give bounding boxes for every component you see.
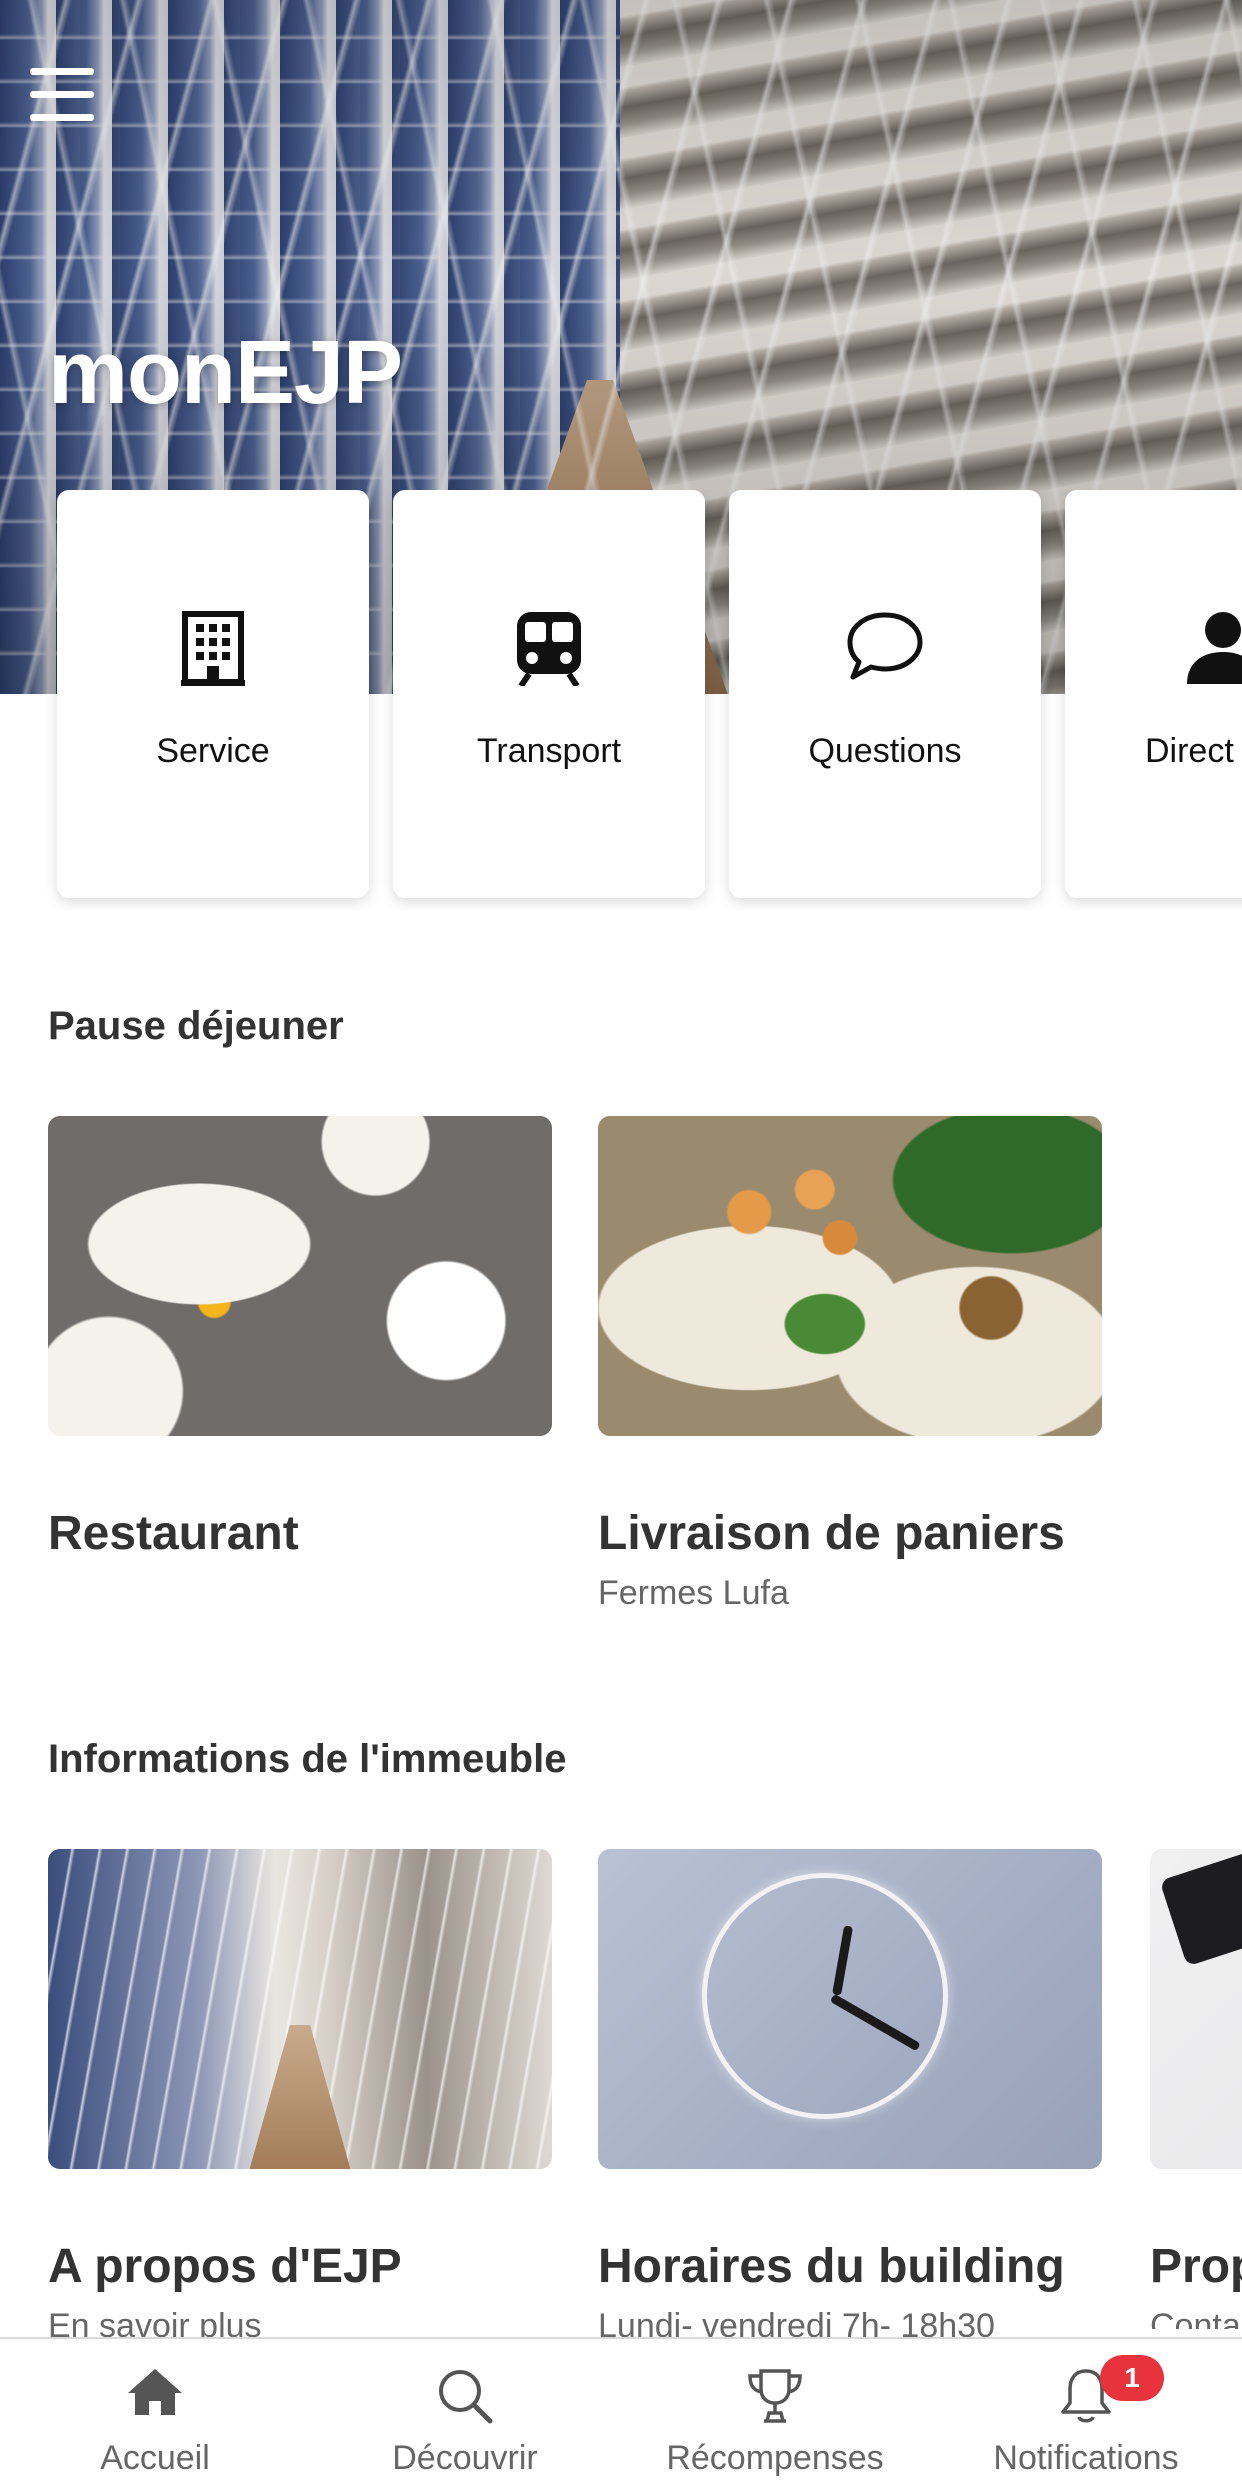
tab-rewards[interactable]: Récompenses	[620, 2339, 930, 2484]
tile-partial[interactable]: Prop Conta	[1150, 1849, 1242, 2329]
hamburger-menu-icon[interactable]	[30, 66, 96, 122]
notification-badge: 1	[1100, 2355, 1164, 2401]
tile-title: Prop	[1150, 2240, 1242, 2293]
tile-image	[48, 1849, 552, 2169]
shortcut-carousel[interactable]: Service Transport Questions Direct	[0, 490, 1242, 910]
section-title-building: Informations de l'immeuble	[48, 1737, 567, 1781]
bell-icon	[930, 2367, 1242, 2429]
tile-restaurant[interactable]: Restaurant	[48, 1116, 552, 1560]
tile-subtitle: Conta	[1150, 2307, 1241, 2329]
chat-bubble-icon	[729, 610, 1041, 690]
clock-face	[702, 1873, 948, 2119]
tablet-image	[1159, 1849, 1242, 1967]
shortcut-label: Questions	[808, 732, 962, 770]
shortcut-label: Transport	[476, 732, 622, 770]
shortcut-card-transport[interactable]: Transport	[393, 490, 705, 898]
building-icon	[57, 610, 369, 690]
tile-image	[1150, 1849, 1242, 2169]
tab-notifications[interactable]: 1 Notifications	[930, 2339, 1242, 2484]
tile-image	[598, 1849, 1102, 2169]
tab-home[interactable]: Accueil	[0, 2339, 310, 2484]
tile-title: Livraison de paniers	[598, 1507, 1065, 1560]
shortcut-card-service[interactable]: Service	[57, 490, 369, 898]
shortcut-label: Direct	[1145, 732, 1234, 770]
tab-label: Récompenses	[666, 2439, 884, 2477]
shortcut-card-directory[interactable]: Direct	[1065, 490, 1242, 898]
tab-label: Notifications	[993, 2439, 1179, 2477]
train-icon	[393, 610, 705, 690]
tile-title: Restaurant	[48, 1507, 299, 1560]
tile-title: A propos d'EJP	[48, 2240, 402, 2293]
app-title: monEJP	[48, 323, 403, 423]
tile-subtitle: Fermes Lufa	[598, 1574, 789, 1612]
tile-basket-delivery[interactable]: Livraison de paniers Fermes Lufa	[598, 1116, 1102, 1612]
search-icon	[310, 2367, 620, 2429]
trophy-icon	[620, 2367, 930, 2429]
tab-label: Accueil	[100, 2439, 210, 2477]
shortcut-label: Service	[156, 732, 270, 770]
tab-label: Découvrir	[392, 2439, 538, 2477]
tile-building-hours[interactable]: Horaires du building Lundi- vendredi 7h-…	[598, 1849, 1102, 2345]
shortcut-card-questions[interactable]: Questions	[729, 490, 1041, 898]
section-title-lunch: Pause déjeuner	[48, 1004, 344, 1048]
tile-about[interactable]: A propos d'EJP En savoir plus	[48, 1849, 552, 2345]
tile-title: Horaires du building	[598, 2240, 1065, 2293]
bottom-tab-bar: Accueil Découvrir Récompenses 1 Notifica…	[0, 2337, 1242, 2484]
tile-image	[598, 1116, 1102, 1436]
home-icon	[0, 2367, 310, 2429]
person-icon	[1065, 610, 1242, 690]
tile-image	[48, 1116, 552, 1436]
tab-discover[interactable]: Découvrir	[310, 2339, 620, 2484]
